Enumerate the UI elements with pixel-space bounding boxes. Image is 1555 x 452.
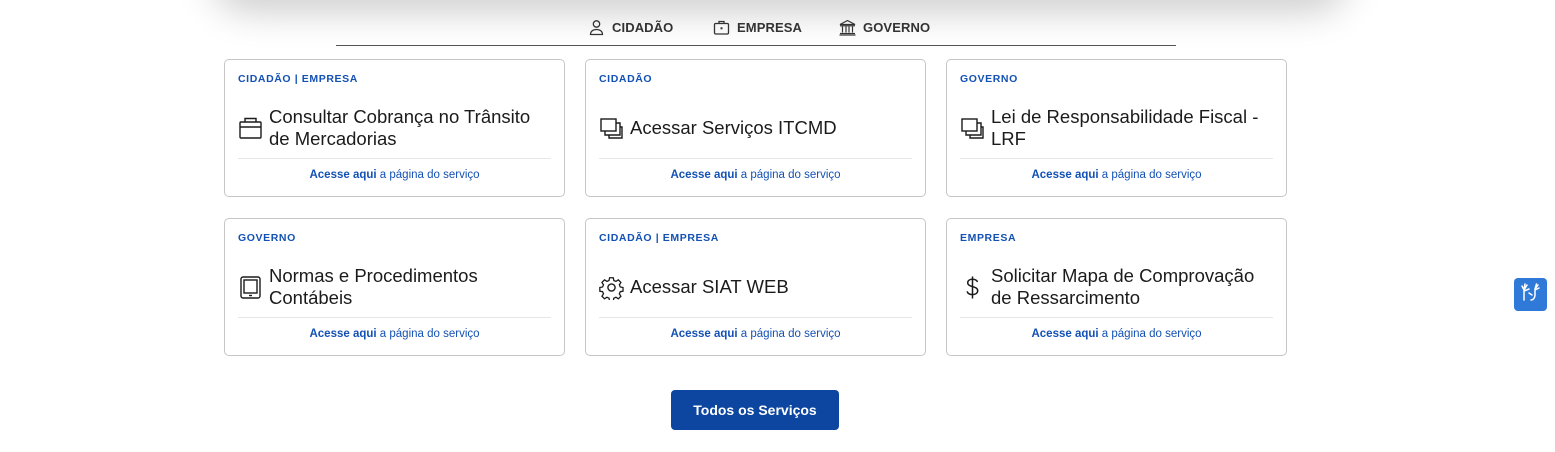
all-services-button[interactable]: Todos os Serviços [671,390,839,430]
card-divider [238,317,551,318]
card-category: CIDADÃO | EMPRESA [599,232,719,244]
card-title[interactable]: Acessar SIAT WEB [630,276,789,298]
access-service-link[interactable]: Acesse aqui a página do serviço [225,169,564,181]
tab-label: EMPRESA [737,20,802,35]
gear-icon [599,275,624,300]
link-rest: a página do serviço [376,328,480,340]
card-category: EMPRESA [960,232,1017,244]
tablet-icon [238,275,263,300]
sign-language-hands-icon [1520,281,1542,308]
card-divider [599,317,912,318]
service-card: GOVERNO Lei de Responsabilidade Fiscal -… [946,59,1287,197]
link-rest: a página do serviço [737,169,841,181]
card-category: CIDADÃO | EMPRESA [238,73,358,85]
card-title[interactable]: Acessar Serviços ITCMD [630,117,837,139]
service-card: CIDADÃO | EMPRESA Consultar Cobrança no … [224,59,565,197]
link-bold: Acesse aqui [1031,328,1099,340]
link-bold: Acesse aqui [309,328,377,340]
card-title[interactable]: Consultar Cobrança no Trânsito de Mercad… [269,106,552,150]
government-building-icon [839,19,856,36]
link-rest: a página do serviço [376,169,480,181]
dollar-icon [960,275,985,300]
tab-governo[interactable]: GOVERNO [839,19,930,36]
card-divider [238,158,551,159]
access-service-link[interactable]: Acesse aqui a página do serviço [947,328,1286,340]
link-bold: Acesse aqui [1031,169,1099,181]
service-card: GOVERNO Normas e Procedimentos Contábeis… [224,218,565,356]
access-service-link[interactable]: Acesse aqui a página do serviço [225,328,564,340]
briefcase-icon [713,19,730,36]
audience-tabs: CIDADÃO EMPRESA GOVERNO [336,14,1176,46]
tab-cidadao[interactable]: CIDADÃO [588,19,673,36]
access-service-link[interactable]: Acesse aqui a página do serviço [947,169,1286,181]
service-card: CIDADÃO Acessar Serviços ITCMD Acesse aq… [585,59,926,197]
windows-icon [599,116,624,141]
link-rest: a página do serviço [1098,328,1202,340]
tab-label: GOVERNO [863,20,931,35]
link-rest: a página do serviço [737,328,841,340]
card-title[interactable]: Normas e Procedimentos Contábeis [269,265,552,309]
service-card: CIDADÃO | EMPRESA Acessar SIAT WEB Acess… [585,218,926,356]
windows-icon [960,116,985,141]
link-bold: Acesse aqui [670,169,738,181]
access-service-link[interactable]: Acesse aqui a página do serviço [586,169,925,181]
card-title[interactable]: Lei de Responsabilidade Fiscal - LRF [991,106,1274,150]
card-divider [960,317,1273,318]
link-bold: Acesse aqui [309,169,377,181]
link-bold: Acesse aqui [670,328,738,340]
card-divider [960,158,1273,159]
service-card: EMPRESA Solicitar Mapa de Comprovação de… [946,218,1287,356]
person-icon [588,19,605,36]
card-category: GOVERNO [960,73,1018,85]
link-rest: a página do serviço [1098,169,1202,181]
tab-empresa[interactable]: EMPRESA [713,19,802,36]
card-divider [599,158,912,159]
card-category: CIDADÃO [599,73,653,85]
access-service-link[interactable]: Acesse aqui a página do serviço [586,328,925,340]
cash-register-icon [238,116,263,141]
accessibility-widget[interactable] [1514,278,1547,311]
card-title[interactable]: Solicitar Mapa de Comprovação de Ressarc… [991,265,1274,309]
card-category: GOVERNO [238,232,296,244]
tab-label: CIDADÃO [612,20,674,35]
